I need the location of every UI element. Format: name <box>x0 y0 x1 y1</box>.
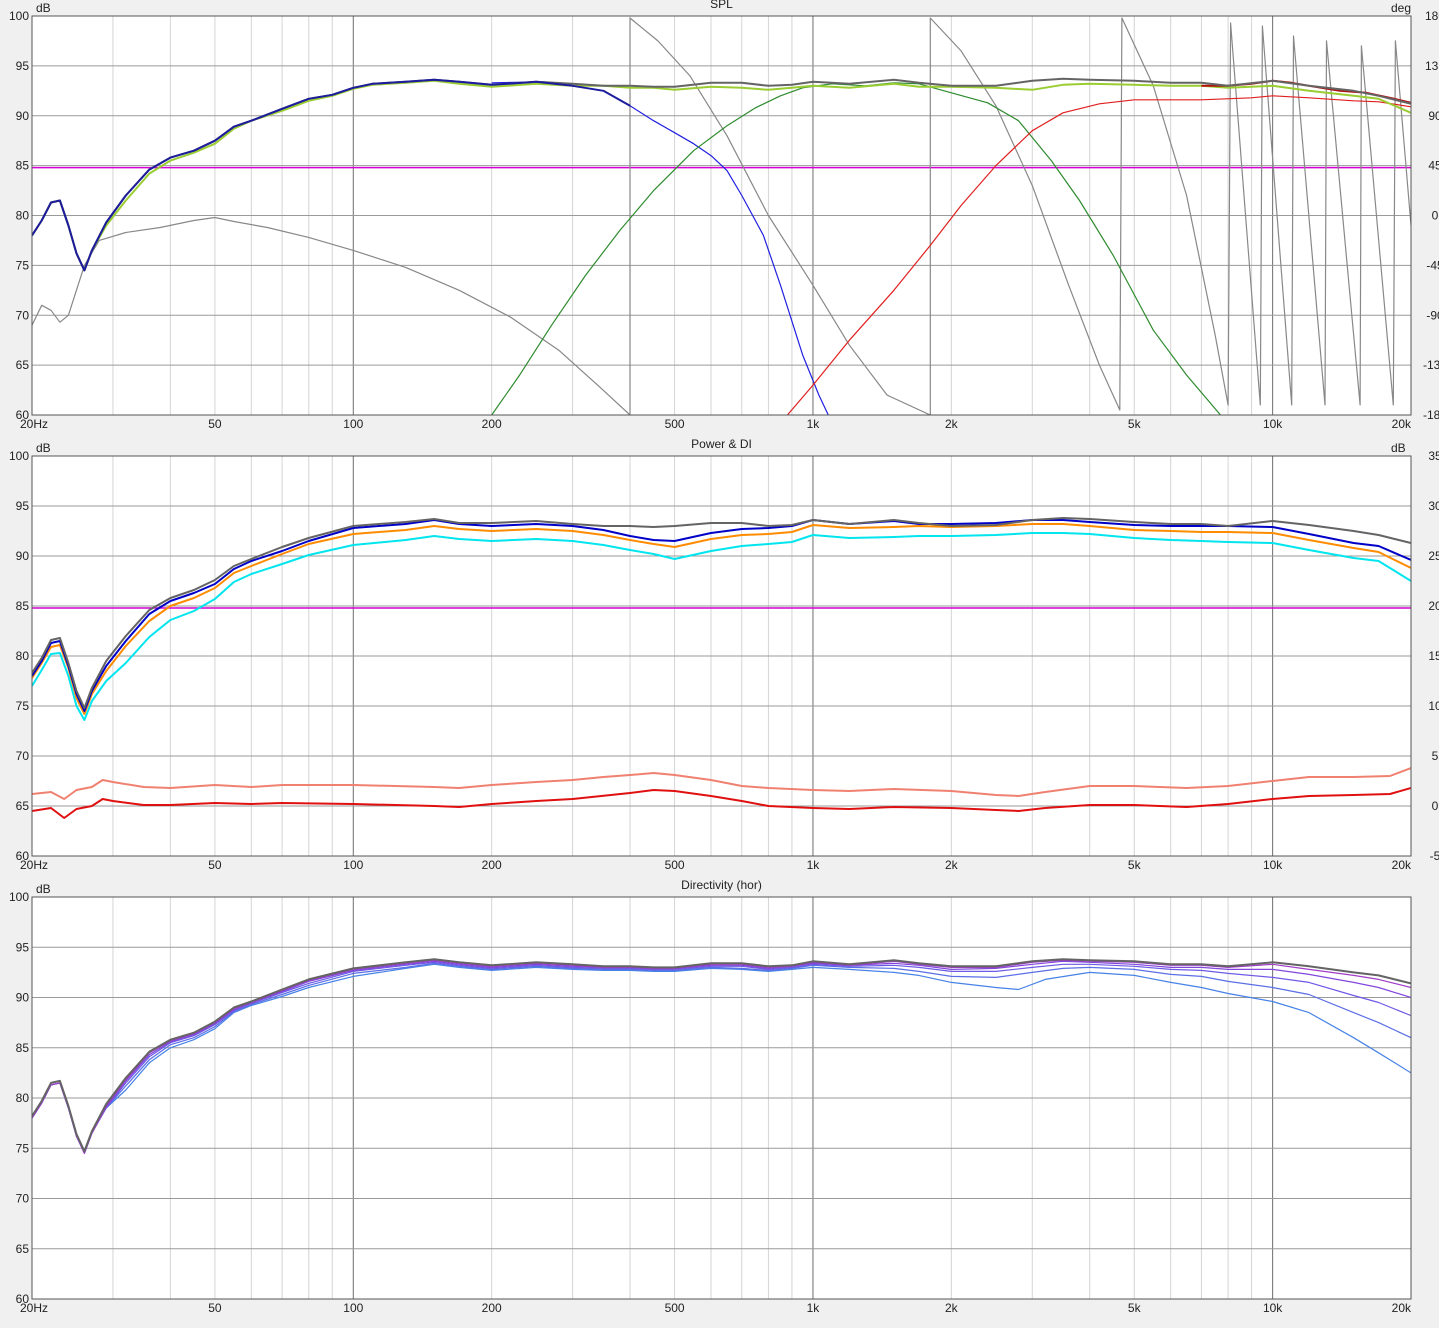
x-tick-label: 100 <box>343 1301 363 1315</box>
x-tick-label: 50 <box>208 417 222 431</box>
x-tick-label: 20Hz <box>20 1301 48 1315</box>
y2-tick-label: -135 <box>1423 358 1439 372</box>
x-tick-label: 200 <box>482 1301 502 1315</box>
x-tick-label: 500 <box>665 1301 685 1315</box>
x-tick-label: 20Hz <box>20 858 48 872</box>
chart-title: Directivity (hor) <box>681 878 762 892</box>
y-tick-label: 75 <box>16 699 30 713</box>
y-axis-unit-left: dB <box>36 441 51 455</box>
x-tick-label: 100 <box>343 858 363 872</box>
y-tick-label: 100 <box>9 890 29 904</box>
y-axis-unit-right: deg <box>1391 1 1411 15</box>
y2-tick-label: 10 <box>1428 699 1439 713</box>
y2-tick-label: 35 <box>1428 449 1439 463</box>
y-tick-label: 85 <box>16 1041 30 1055</box>
x-tick-label: 2k <box>945 858 959 872</box>
x-tick-label: 1k <box>807 417 821 431</box>
y-tick-label: 100 <box>9 449 29 463</box>
y-tick-label: 70 <box>16 308 30 322</box>
y-tick-label: 65 <box>16 1242 30 1256</box>
x-tick-label: 20k <box>1392 858 1412 872</box>
x-tick-label: 500 <box>665 858 685 872</box>
y-tick-label: 95 <box>16 940 30 954</box>
y-tick-label: 75 <box>16 1141 30 1155</box>
x-tick-label: 5k <box>1128 858 1142 872</box>
y-tick-label: 100 <box>9 9 29 23</box>
y2-tick-label: 5 <box>1432 749 1439 763</box>
y-tick-label: 85 <box>16 599 30 613</box>
chart-title: SPL <box>710 0 733 11</box>
y2-tick-label: 135 <box>1425 59 1439 73</box>
y2-tick-label: 20 <box>1428 599 1439 613</box>
y2-tick-label: 45 <box>1428 159 1439 173</box>
y-tick-label: 75 <box>16 258 30 272</box>
y-axis-unit-right: dB <box>1391 441 1406 455</box>
x-tick-label: 2k <box>945 1301 959 1315</box>
x-tick-label: 200 <box>482 417 502 431</box>
y-tick-label: 80 <box>16 209 30 223</box>
x-tick-label: 5k <box>1128 1301 1142 1315</box>
x-tick-label: 10k <box>1263 1301 1283 1315</box>
x-tick-label: 20k <box>1392 417 1412 431</box>
x-tick-label: 50 <box>208 1301 222 1315</box>
power-di-chart-panel: 6065707580859095100-505101520253035dB dBP… <box>9 437 1439 872</box>
y-tick-label: 90 <box>16 549 30 563</box>
y2-tick-label: -5 <box>1430 849 1439 863</box>
y-tick-label: 70 <box>16 1192 30 1206</box>
x-tick-label: 1k <box>807 858 821 872</box>
y-tick-label: 70 <box>16 749 30 763</box>
y-axis-unit-left: dB <box>36 882 51 896</box>
y-tick-label: 80 <box>16 649 30 663</box>
charts-canvas: 6065707580859095100-180-135-90-450459013… <box>9 0 1439 1315</box>
y2-tick-label: 30 <box>1428 499 1439 513</box>
y-tick-label: 65 <box>16 799 30 813</box>
y-tick-label: 90 <box>16 991 30 1005</box>
y2-tick-label: 25 <box>1428 549 1439 563</box>
y-tick-label: 65 <box>16 358 30 372</box>
x-tick-label: 20Hz <box>20 417 48 431</box>
x-tick-label: 2k <box>945 417 959 431</box>
y-tick-label: 95 <box>16 59 30 73</box>
y2-tick-label: 0 <box>1432 799 1439 813</box>
x-tick-label: 10k <box>1263 417 1283 431</box>
x-tick-label: 200 <box>482 858 502 872</box>
spl-chart-panel: 6065707580859095100-180-135-90-450459013… <box>9 0 1439 431</box>
y2-tick-label: 90 <box>1428 109 1439 123</box>
y-tick-label: 80 <box>16 1091 30 1105</box>
y2-tick-label: 0 <box>1432 209 1439 223</box>
y-tick-label: 90 <box>16 109 30 123</box>
y2-tick-label: -180 <box>1423 408 1439 422</box>
y-tick-label: 95 <box>16 499 30 513</box>
y2-tick-label: -45 <box>1426 258 1439 272</box>
x-tick-label: 20k <box>1392 1301 1412 1315</box>
y2-tick-label: -90 <box>1426 308 1439 322</box>
chart-title: Power & DI <box>691 437 752 451</box>
x-tick-label: 100 <box>343 417 363 431</box>
y2-tick-label: 180 <box>1425 9 1439 23</box>
x-tick-label: 5k <box>1128 417 1142 431</box>
x-tick-label: 50 <box>208 858 222 872</box>
directivity-chart-panel: 6065707580859095100dB Directivity (hor)20… <box>9 878 1412 1315</box>
y-tick-label: 85 <box>16 159 30 173</box>
x-tick-label: 500 <box>665 417 685 431</box>
y2-tick-label: 15 <box>1428 649 1439 663</box>
y-axis-unit-left: dB <box>36 1 51 15</box>
x-tick-label: 1k <box>807 1301 821 1315</box>
x-tick-label: 10k <box>1263 858 1283 872</box>
